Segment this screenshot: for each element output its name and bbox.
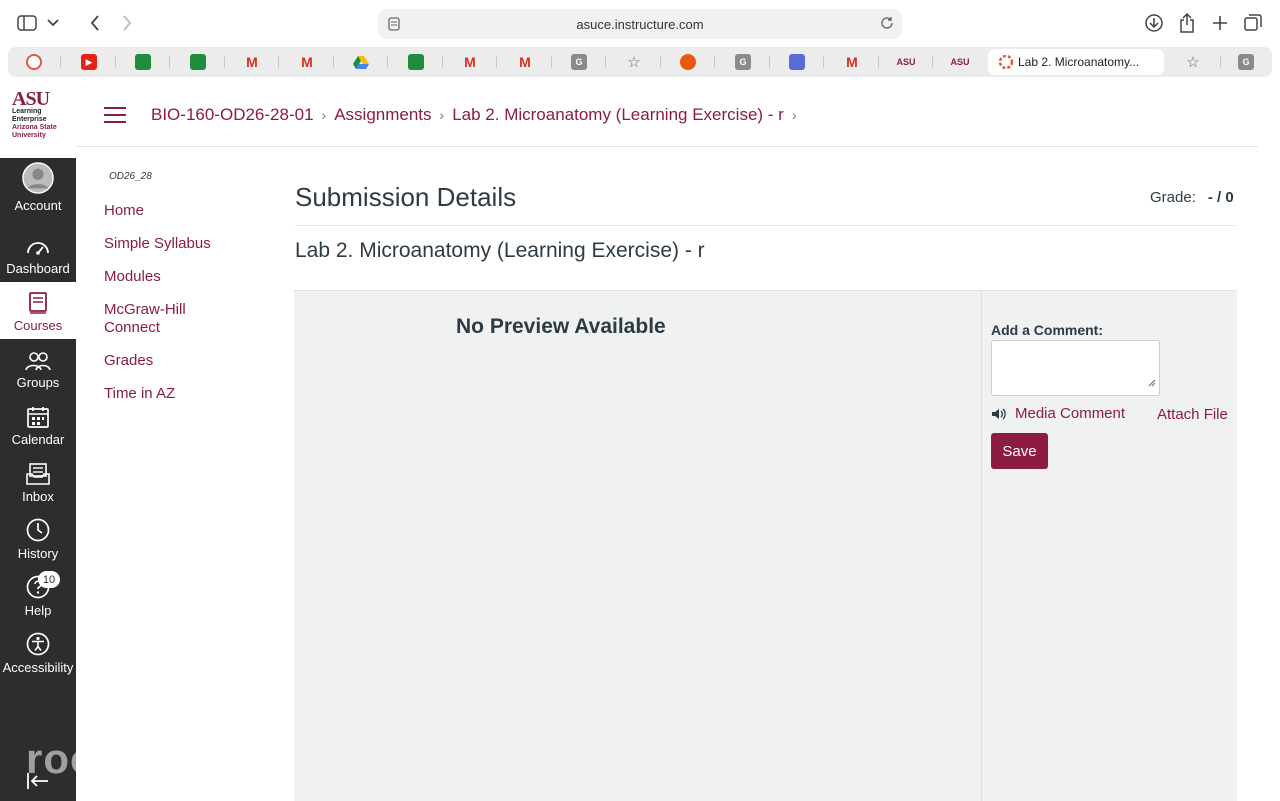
global-nav: ASU Learning Enterprise Arizona State Un…: [0, 82, 76, 801]
classroom-favicon-icon[interactable]: [135, 54, 151, 70]
resize-grip-icon[interactable]: [1148, 374, 1156, 392]
forward-icon[interactable]: [116, 12, 138, 34]
g-favicon-icon[interactable]: G: [571, 54, 587, 70]
nav-dashboard[interactable]: Dashboard: [0, 225, 76, 282]
download-icon[interactable]: [1143, 12, 1165, 34]
breadcrumb-course[interactable]: BIO-160-OD26-28-01: [151, 105, 314, 125]
groups-icon: [25, 352, 51, 371]
chevron-right-icon: ›: [439, 107, 445, 123]
asu-favicon-icon[interactable]: ASU: [951, 54, 970, 70]
gmail-favicon-icon[interactable]: M: [462, 54, 478, 70]
attach-file-link[interactable]: Attach File: [1157, 406, 1228, 423]
inbox-icon: [26, 463, 50, 485]
grade-label: Grade:: [1150, 189, 1196, 206]
course-nav-grades[interactable]: Grades: [104, 352, 244, 370]
gmail-favicon-icon[interactable]: M: [244, 54, 260, 70]
nav-groups[interactable]: Groups: [0, 339, 76, 396]
submission-preview: No Preview Available: [294, 290, 982, 801]
help-badge: 10: [38, 571, 60, 588]
breadcrumb: BIO-160-OD26-28-01 › Assignments › Lab 2…: [151, 105, 805, 125]
save-button[interactable]: Save: [991, 433, 1048, 469]
nav-calendar[interactable]: Calendar: [0, 396, 76, 453]
course-nav-time-in-az[interactable]: Time in AZ: [104, 385, 244, 403]
active-tab-title: Lab 2. Microanatomy...: [1018, 55, 1140, 69]
star-icon[interactable]: ☆: [1185, 54, 1201, 71]
nav-accessibility[interactable]: Accessibility: [0, 624, 76, 681]
address-bar[interactable]: asuce.instructure.com: [378, 9, 902, 39]
nav-help[interactable]: Help 10: [0, 567, 76, 624]
canvas-favicon-icon[interactable]: [26, 54, 42, 70]
tab-overview-icon[interactable]: [1242, 12, 1264, 34]
asu-logo[interactable]: ASU Learning Enterprise Arizona State Un…: [0, 82, 76, 158]
chat-favicon-icon[interactable]: [408, 54, 424, 70]
breadcrumb-page[interactable]: Lab 2. Microanatomy (Learning Exercise) …: [452, 105, 784, 125]
g-favicon-icon[interactable]: G: [1238, 54, 1254, 70]
dashboard-icon: [27, 242, 49, 255]
course-nav-syllabus[interactable]: Simple Syllabus: [104, 235, 244, 253]
chevron-right-icon: ›: [321, 107, 327, 123]
reload-icon[interactable]: [880, 16, 894, 33]
active-tab[interactable]: Lab 2. Microanatomy...: [988, 49, 1164, 75]
media-comment-link[interactable]: Media Comment: [991, 405, 1125, 422]
star-icon[interactable]: ☆: [626, 54, 642, 71]
gmail-favicon-icon[interactable]: M: [844, 54, 860, 70]
grade-display: Grade: - / 0: [1150, 189, 1234, 206]
nav-account[interactable]: Account: [0, 162, 76, 219]
nav-courses[interactable]: Courses: [0, 282, 76, 339]
favorites-bar: ▶ M M M M G ☆ G M ASU ASU Lab 2. Microan…: [8, 47, 1272, 77]
asu-favicon-icon[interactable]: ASU: [897, 54, 916, 70]
new-tab-icon[interactable]: [1209, 12, 1231, 34]
watermark: roommates.com: [26, 735, 299, 782]
blue-favicon-icon[interactable]: [789, 54, 805, 70]
drive-favicon-icon[interactable]: [353, 54, 369, 70]
browser-toolbar: asuce.instructure.com: [0, 0, 1280, 46]
course-nav-home[interactable]: Home: [104, 202, 244, 220]
grade-value: - / 0: [1207, 189, 1234, 206]
course-nav-modules[interactable]: Modules: [104, 268, 244, 286]
calendar-icon: [27, 407, 49, 428]
gmail-favicon-icon[interactable]: M: [517, 54, 533, 70]
nav-inbox[interactable]: Inbox: [0, 453, 76, 510]
course-nav-mcgraw-hill[interactable]: McGraw-Hill Connect: [104, 301, 244, 337]
hamburger-menu-icon[interactable]: [104, 107, 126, 123]
gmail-favicon-icon[interactable]: M: [299, 54, 315, 70]
avatar-icon: [22, 162, 54, 194]
sidebar-toggle-icon[interactable]: [16, 12, 38, 34]
page-icon: [388, 17, 400, 34]
course-code: OD26_28: [109, 171, 152, 182]
speaker-icon: [992, 408, 1006, 419]
no-preview-message: No Preview Available: [456, 315, 666, 338]
divider: [295, 225, 1236, 226]
chevron-right-icon: ›: [791, 107, 797, 123]
youtube-favicon-icon[interactable]: ▶: [81, 54, 97, 70]
breadcrumb-assignments[interactable]: Assignments: [334, 105, 431, 125]
nav-history[interactable]: History: [0, 510, 76, 567]
page-title: Submission Details: [295, 182, 517, 212]
course-nav: Home Simple Syllabus Modules McGraw-Hill…: [104, 202, 244, 418]
comment-textarea[interactable]: [991, 340, 1160, 396]
g-favicon-icon[interactable]: G: [735, 54, 751, 70]
orange-favicon-icon[interactable]: [680, 54, 696, 70]
url-text: asuce.instructure.com: [576, 16, 704, 32]
back-icon[interactable]: [84, 12, 106, 34]
accessibility-icon: [26, 632, 50, 656]
page-header: BIO-160-OD26-28-01 › Assignments › Lab 2…: [76, 82, 1258, 147]
classroom-favicon-icon[interactable]: [190, 54, 206, 70]
share-icon[interactable]: [1176, 12, 1198, 34]
chevron-down-icon[interactable]: [42, 12, 64, 34]
comment-label: Add a Comment:: [991, 322, 1103, 338]
history-icon: [26, 518, 50, 542]
canvas-favicon-icon: [998, 54, 1014, 73]
comment-panel: Add a Comment: Media Comment Attach File…: [982, 290, 1237, 801]
assignment-title: Lab 2. Microanatomy (Learning Exercise) …: [295, 239, 705, 262]
courses-icon: [29, 292, 47, 314]
